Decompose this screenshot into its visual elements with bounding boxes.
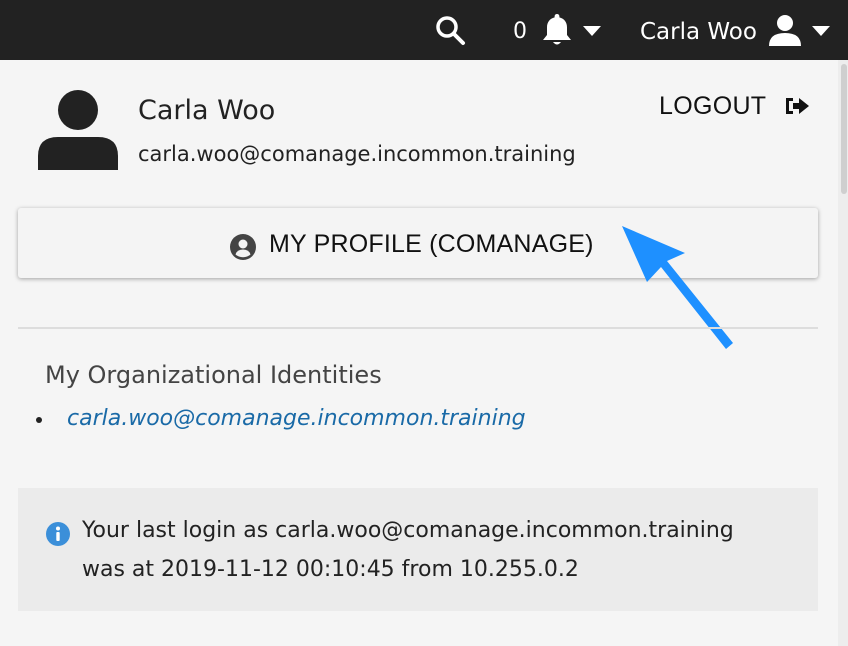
org-identities-heading: My Organizational Identities xyxy=(45,361,382,389)
scrollbar-thumb[interactable] xyxy=(841,64,847,194)
notification-count[interactable]: 0 xyxy=(513,18,527,46)
profile-name: Carla Woo xyxy=(138,95,276,126)
account-circle-icon xyxy=(230,234,256,260)
list-bullet xyxy=(36,417,42,423)
bell-icon[interactable] xyxy=(540,12,574,48)
chevron-down-icon[interactable] xyxy=(583,26,601,36)
profile-email: carla.woo@comanage.incommon.training xyxy=(138,142,576,166)
last-login-notice: Your last login as carla.woo@comanage.in… xyxy=(18,488,818,611)
my-profile-label: MY PROFILE (COMANAGE) xyxy=(269,230,594,258)
user-icon[interactable] xyxy=(767,14,803,46)
user-menu-name[interactable]: Carla Woo xyxy=(640,17,757,47)
chevron-down-icon[interactable] xyxy=(812,26,830,36)
top-navigation-bar: 0 Carla Woo xyxy=(0,0,848,60)
org-identity-link[interactable]: carla.woo@comanage.incommon.training xyxy=(67,404,526,434)
avatar-icon xyxy=(38,90,118,170)
last-login-line-1: Your last login as carla.woo@comanage.in… xyxy=(82,518,734,543)
search-icon[interactable] xyxy=(434,14,466,46)
section-divider xyxy=(18,327,818,329)
annotation-arrow-icon xyxy=(622,226,733,349)
sign-out-icon[interactable] xyxy=(784,95,810,117)
info-icon xyxy=(46,522,70,546)
logout-link[interactable]: LOGOUT xyxy=(659,90,766,122)
last-login-line-2: was at 2019-11-12 00:10:45 from 10.255.0… xyxy=(82,557,579,582)
